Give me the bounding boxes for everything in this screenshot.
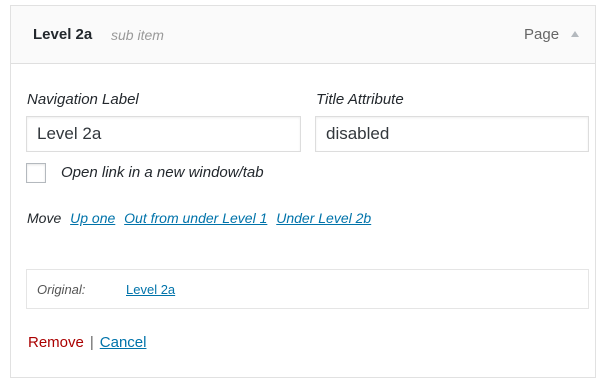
move-controls: Move Up one Out from under Level 1 Under… <box>27 210 371 226</box>
menu-item-title: Level 2a <box>33 26 93 43</box>
navigation-label-caption: Navigation Label <box>27 91 139 108</box>
move-up-one-link[interactable]: Up one <box>70 210 115 226</box>
original-label: Original: <box>37 282 86 297</box>
move-out-from-under-level1-link[interactable]: Out from under Level 1 <box>124 210 267 226</box>
move-label: Move <box>27 210 62 226</box>
up-arrow-icon[interactable] <box>568 27 582 41</box>
menu-item-settings-panel: Level 2a sub item Page Navigation Label … <box>10 5 596 378</box>
action-separator: | <box>89 334 94 351</box>
menu-item-subtitle: sub item <box>111 27 164 43</box>
remove-link[interactable]: Remove <box>28 334 84 351</box>
menu-item-header[interactable]: Level 2a sub item Page <box>11 6 595 64</box>
cancel-link[interactable]: Cancel <box>100 334 147 351</box>
original-link-box: Original: Level 2a <box>26 269 589 309</box>
original-link[interactable]: Level 2a <box>126 282 175 297</box>
menu-item-type: Page <box>524 26 560 43</box>
move-under-level2b-link[interactable]: Under Level 2b <box>276 210 371 226</box>
navigation-label-input[interactable] <box>26 116 301 152</box>
item-actions: Remove | Cancel <box>28 334 146 351</box>
title-attribute-caption: Title Attribute <box>316 91 404 108</box>
open-new-window-label: Open link in a new window/tab <box>61 164 264 181</box>
title-attribute-input[interactable] <box>315 116 589 152</box>
open-new-window-checkbox[interactable] <box>26 163 46 183</box>
